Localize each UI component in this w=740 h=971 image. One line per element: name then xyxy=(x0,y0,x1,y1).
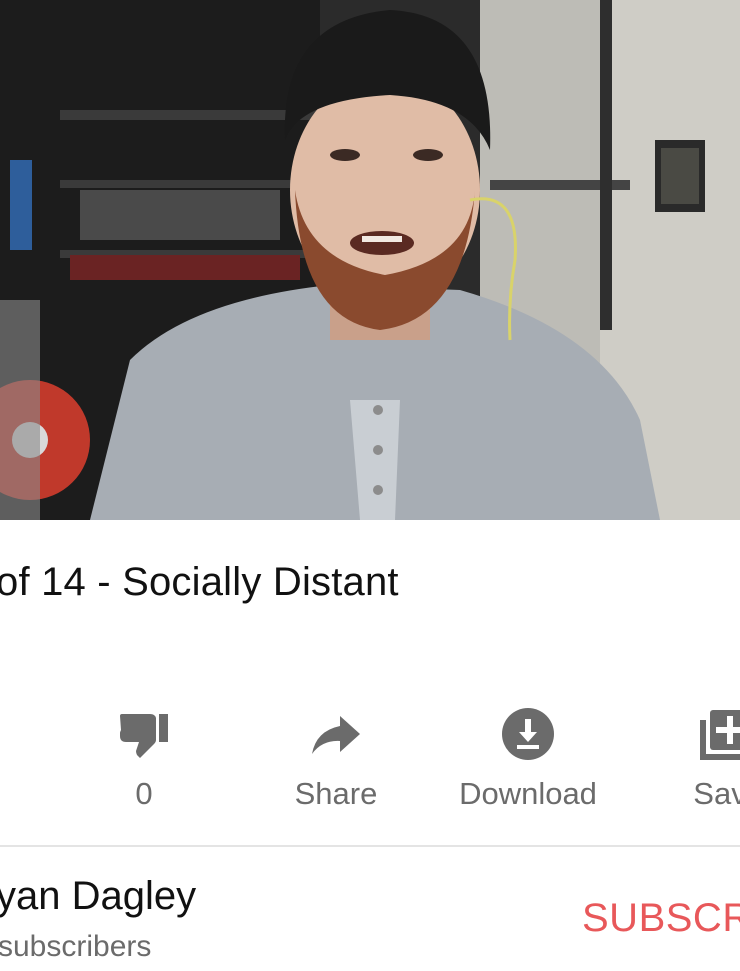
share-label: Share xyxy=(294,776,378,811)
dislike-count: 0 xyxy=(135,776,153,811)
divider xyxy=(0,845,740,847)
share-button[interactable]: Share xyxy=(236,690,436,820)
save-button[interactable]: Sav xyxy=(620,690,740,820)
video-player[interactable] xyxy=(0,0,740,520)
download-button[interactable]: Download xyxy=(428,690,628,820)
dislike-button[interactable]: 0 xyxy=(44,690,244,820)
video-title: of 14 - Socially Distant xyxy=(0,560,399,604)
download-label: Download xyxy=(459,776,597,811)
save-label: Sav xyxy=(693,776,740,811)
video-watch-page: of 14 - Socially Distant 0 Share Downloa… xyxy=(0,0,740,971)
video-actions-row: 0 Share Download Sav xyxy=(0,690,740,820)
video-frame-illustration xyxy=(0,0,740,520)
subscriber-count: subscribers xyxy=(0,930,152,963)
save-to-playlist-icon xyxy=(700,710,740,760)
download-icon xyxy=(502,708,554,760)
channel-name[interactable]: yan Dagley xyxy=(0,874,196,919)
share-icon xyxy=(312,716,360,754)
dislike-icon xyxy=(120,714,168,758)
subscribe-button[interactable]: SUBSCR xyxy=(582,896,740,941)
